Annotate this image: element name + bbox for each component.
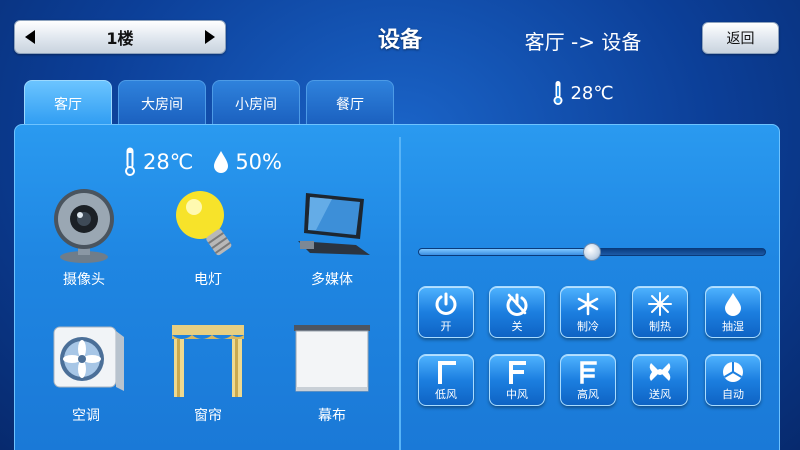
device-air-conditioner[interactable]: 空调 [31, 321, 141, 425]
camera-icon [54, 189, 114, 263]
thermometer-icon [553, 81, 563, 105]
dehumidify-button[interactable]: 抽湿 [705, 286, 761, 338]
fan-low-button[interactable]: 低风 [418, 354, 474, 406]
button-label: 制冷 [577, 319, 599, 333]
button-label: 高风 [577, 387, 599, 401]
fan-high-button[interactable]: 高风 [560, 354, 616, 406]
fan-medium-button[interactable]: 中风 [489, 354, 545, 406]
power-on-button[interactable]: 开 [418, 286, 474, 338]
air-conditioner-icon [53, 326, 124, 391]
device-light[interactable]: 电灯 [153, 185, 263, 289]
cooling-button[interactable]: 制冷 [560, 286, 616, 338]
device-camera[interactable]: 摄像头 [29, 185, 139, 289]
humidity-value: 50% [235, 150, 282, 174]
set-temperature: 28℃ [400, 80, 766, 106]
tab-small-room[interactable]: 小房间 [212, 80, 300, 126]
button-label: 中风 [506, 387, 528, 401]
set-temperature-value: 28℃ [570, 82, 614, 104]
device-multimedia[interactable]: 多媒体 [277, 185, 387, 289]
fan-high-icon [580, 360, 597, 384]
button-label: 关 [511, 319, 523, 333]
temperature-slider[interactable] [418, 243, 766, 261]
device-label: 窗帘 [194, 408, 222, 424]
power-off-button[interactable]: 关 [489, 286, 545, 338]
fan-only-button[interactable]: 送风 [632, 354, 688, 406]
device-curtain[interactable]: 窗帘 [153, 321, 263, 425]
snowflake-icon [577, 292, 599, 315]
humidity-drop-icon [214, 151, 229, 173]
auto-button[interactable]: 自动 [705, 354, 761, 406]
button-label: 自动 [722, 387, 744, 401]
curtain-icon [172, 325, 244, 397]
device-projector-screen[interactable]: 幕布 [277, 321, 387, 425]
temperature-value: 28℃ [143, 150, 194, 174]
tab-dining-room[interactable]: 餐厅 [306, 80, 394, 126]
sun-icon [648, 291, 672, 316]
device-label: 多媒体 [311, 272, 353, 288]
tab-large-room[interactable]: 大房间 [118, 80, 206, 126]
multimedia-icon [298, 193, 370, 255]
button-label: 低风 [435, 387, 457, 401]
button-label: 抽湿 [722, 319, 744, 333]
thermometer-icon [125, 147, 135, 176]
fan-icon [649, 362, 671, 381]
button-label: 开 [440, 319, 452, 333]
device-label: 空调 [72, 408, 100, 424]
slider-fill [419, 249, 592, 255]
device-label: 电灯 [194, 272, 222, 288]
button-label: 制热 [649, 319, 671, 333]
droplet-icon [725, 292, 741, 316]
fan-low-icon [438, 360, 456, 384]
light-bulb-icon [176, 191, 232, 256]
auto-icon [723, 361, 743, 382]
environment-readout: 28℃ 50% [123, 147, 296, 177]
projector-screen-icon [294, 325, 370, 392]
slider-thumb[interactable] [583, 243, 601, 261]
power-icon [435, 292, 457, 315]
room-tabs: 客厅 大房间 小房间 餐厅 [24, 80, 394, 126]
device-label: 幕布 [318, 408, 346, 424]
fan-medium-icon [509, 360, 526, 384]
tab-living-room[interactable]: 客厅 [24, 80, 112, 126]
device-label: 摄像头 [63, 272, 105, 288]
heating-button[interactable]: 制热 [632, 286, 688, 338]
panel-divider [399, 137, 401, 450]
button-label: 送风 [649, 387, 671, 401]
power-off-icon [506, 293, 528, 316]
control-title: 客厅 -> 设备 [524, 30, 642, 54]
